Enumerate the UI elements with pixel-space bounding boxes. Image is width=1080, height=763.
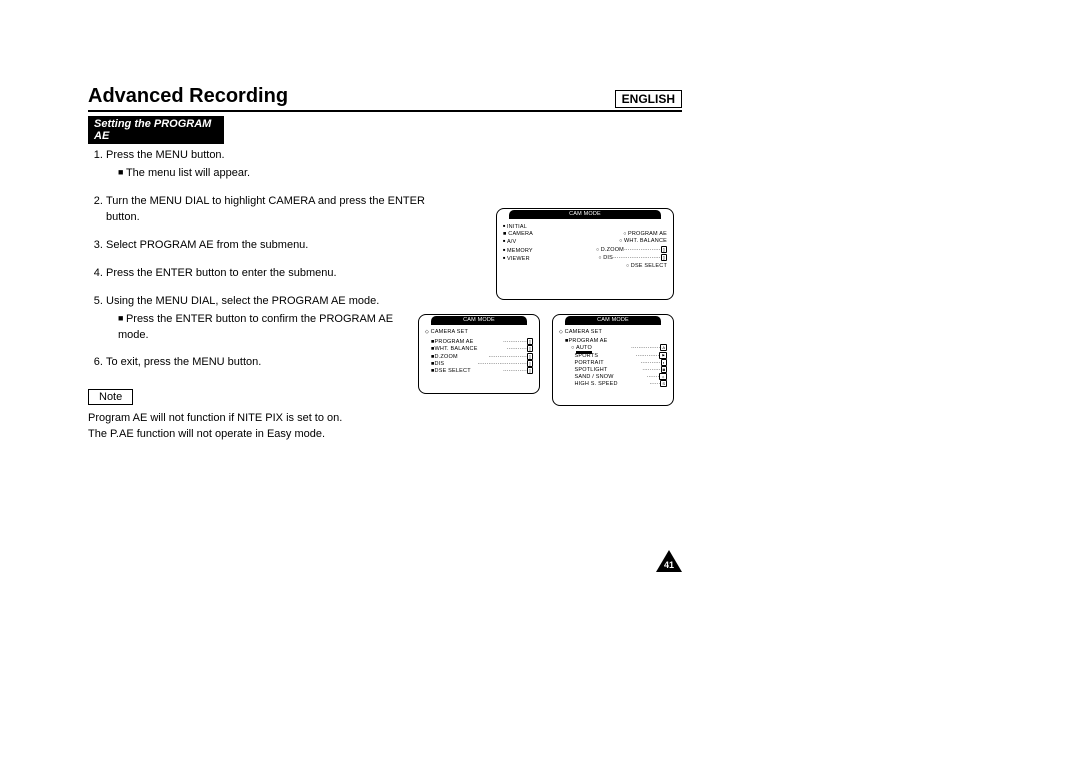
step-1: Press the MENU button. The menu list wil…	[106, 148, 426, 182]
instruction-list: Press the MENU button. The menu list wil…	[88, 148, 426, 371]
step-4: Press the ENTER button to enter the subm…	[106, 266, 426, 282]
section-heading: Setting the PROGRAM AE	[88, 116, 224, 144]
header-row: Advanced Recording ENGLISH	[88, 85, 682, 112]
note-label: Note	[88, 389, 133, 405]
step-2: Turn the MENU DIAL to highlight CAMERA a…	[106, 194, 426, 226]
lcd-main-menu: CAM MODE INITIAL ■ CAMERA PROGRAM AE A/V…	[496, 208, 674, 300]
note-text: Program AE will not function if NITE PIX…	[88, 411, 682, 442]
step-3: Select PROGRAM AE from the submenu.	[106, 238, 426, 254]
page-title: Advanced Recording	[88, 85, 288, 108]
step-5: Using the MENU DIAL, select the PROGRAM …	[106, 294, 426, 344]
content-area: Press the MENU button. The menu list wil…	[88, 148, 682, 442]
page-number: 41	[656, 560, 682, 570]
step-6: To exit, press the MENU button.	[106, 355, 426, 371]
manual-page: Advanced Recording ENGLISH Setting the P…	[88, 85, 682, 442]
lcd-program-ae: CAM MODE CAMERA SET ■PROGRAM AE ○ AUTO··…	[552, 314, 674, 406]
language-badge: ENGLISH	[615, 90, 682, 108]
lcd-camera-set: CAM MODE CAMERA SET ■PROGRAM AE·········…	[418, 314, 540, 394]
